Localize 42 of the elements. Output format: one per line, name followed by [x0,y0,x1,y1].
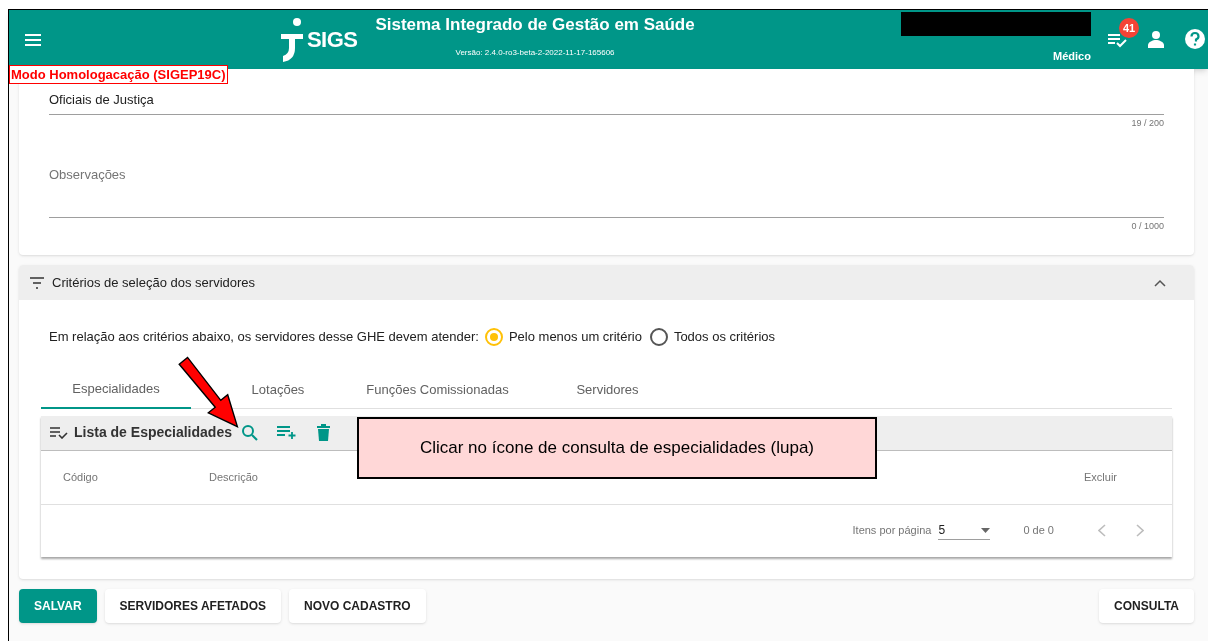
instruction-callout: Clicar no ícone de consulta de especialidades (lupa) [357,417,877,479]
filter-icon [29,276,45,289]
version-text: Versão: 2.4.0-ro3-beta-2-2022-11-17-165606 [455,47,615,60]
list-title: Lista de Especialidades [74,423,232,442]
dropdown-caret-icon [981,527,991,533]
checklist-icon[interactable] [1107,32,1127,48]
trash-icon[interactable] [316,424,330,441]
app-title: Sistema Integrado de Gestão em Saúde [375,13,695,36]
column-header: Excluir [1084,470,1117,483]
tab[interactable]: Funções Comissionadas [330,371,545,409]
previous-page-icon[interactable] [1098,524,1106,537]
action-button[interactable]: SALVAR [19,588,97,623]
radio-button[interactable] [649,327,668,346]
checklist-icon [50,426,68,439]
char-counter: 0 / 1000 [1131,219,1164,233]
column-header: Descrição [209,470,258,483]
action-button[interactable]: CONSULTA [1099,588,1194,623]
page-size-select[interactable]: 5 [938,521,991,540]
person-icon[interactable] [1147,30,1165,48]
column-header: Código [63,470,98,483]
logo-icon [281,17,303,62]
help-icon[interactable] [1184,28,1206,50]
mode-badge: Modo Homologacação (SIGEP19C) [9,65,228,84]
logo-text: SIGS [307,26,358,54]
criteria-header[interactable]: Critérios de seleção dos servidores [19,265,1194,300]
search-icon[interactable] [240,424,258,441]
chevron-up-icon[interactable] [1154,278,1166,287]
notification-badge: 41 [1119,18,1139,38]
char-counter: 19 / 200 [1131,117,1164,130]
section-title: Critérios de seleção dos servidores [52,273,256,292]
tab[interactable]: Lotações [242,371,314,409]
radio-label: Pelo menos um critério [508,328,642,346]
page-size-label: Itens por página [852,523,932,539]
action-button[interactable]: SERVIDORES AFETADOS [104,588,282,623]
add-to-list-icon[interactable] [276,426,297,439]
page-range: 0 de 0 [1023,523,1054,539]
criteria-prompt: Em relação aos critérios abaixo, os servidores desse GHE devem atender: [49,328,479,346]
tab[interactable]: Servidores [545,371,670,409]
action-button[interactable]: NOVO CADASTRO [289,588,426,623]
next-page-icon[interactable] [1136,524,1144,537]
role-text: Médico [1053,49,1091,64]
radio-label: Todos os critérios [673,328,776,346]
